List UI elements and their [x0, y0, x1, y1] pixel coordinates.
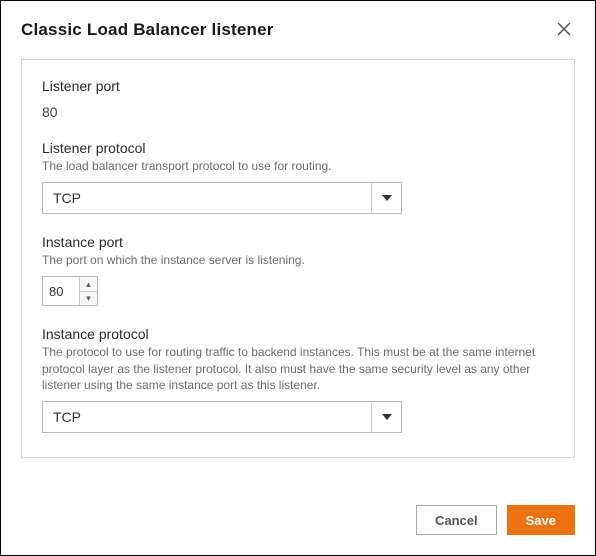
instance-protocol-select[interactable]: TCP: [42, 401, 402, 433]
stepper-up-icon[interactable]: ▲: [80, 277, 97, 291]
instance-protocol-description: The protocol to use for routing traffic …: [42, 344, 554, 393]
cancel-button[interactable]: Cancel: [416, 505, 497, 535]
instance-protocol-label: Instance protocol: [42, 326, 554, 342]
listener-protocol-description: The load balancer transport protocol to …: [42, 158, 554, 174]
field-instance-port: Instance port The port on which the inst…: [42, 234, 554, 306]
instance-protocol-selected: TCP: [53, 409, 81, 425]
save-button[interactable]: Save: [507, 505, 575, 535]
field-listener-protocol: Listener protocol The load balancer tran…: [42, 140, 554, 214]
dialog-footer: Cancel Save: [21, 505, 575, 535]
instance-port-stepper[interactable]: ▲ ▼: [42, 276, 98, 306]
field-listener-port: Listener port 80: [42, 78, 554, 120]
dialog-title: Classic Load Balancer listener: [21, 20, 274, 40]
stepper-down-icon[interactable]: ▼: [80, 291, 97, 306]
close-icon[interactable]: [553, 19, 575, 41]
dialog: Classic Load Balancer listener Listener …: [1, 1, 595, 555]
instance-port-input[interactable]: [43, 277, 79, 305]
instance-port-description: The port on which the instance server is…: [42, 252, 554, 268]
listener-port-label: Listener port: [42, 78, 554, 94]
chevron-down-icon: [371, 402, 401, 432]
listener-port-value: 80: [42, 104, 554, 120]
dialog-header: Classic Load Balancer listener: [21, 19, 575, 41]
chevron-down-icon: [371, 183, 401, 213]
form-panel: Listener port 80 Listener protocol The l…: [21, 59, 575, 458]
field-instance-protocol: Instance protocol The protocol to use fo…: [42, 326, 554, 433]
listener-protocol-selected: TCP: [53, 190, 81, 206]
listener-protocol-select[interactable]: TCP: [42, 182, 402, 214]
listener-protocol-label: Listener protocol: [42, 140, 554, 156]
stepper-controls: ▲ ▼: [79, 277, 97, 305]
instance-port-label: Instance port: [42, 234, 554, 250]
